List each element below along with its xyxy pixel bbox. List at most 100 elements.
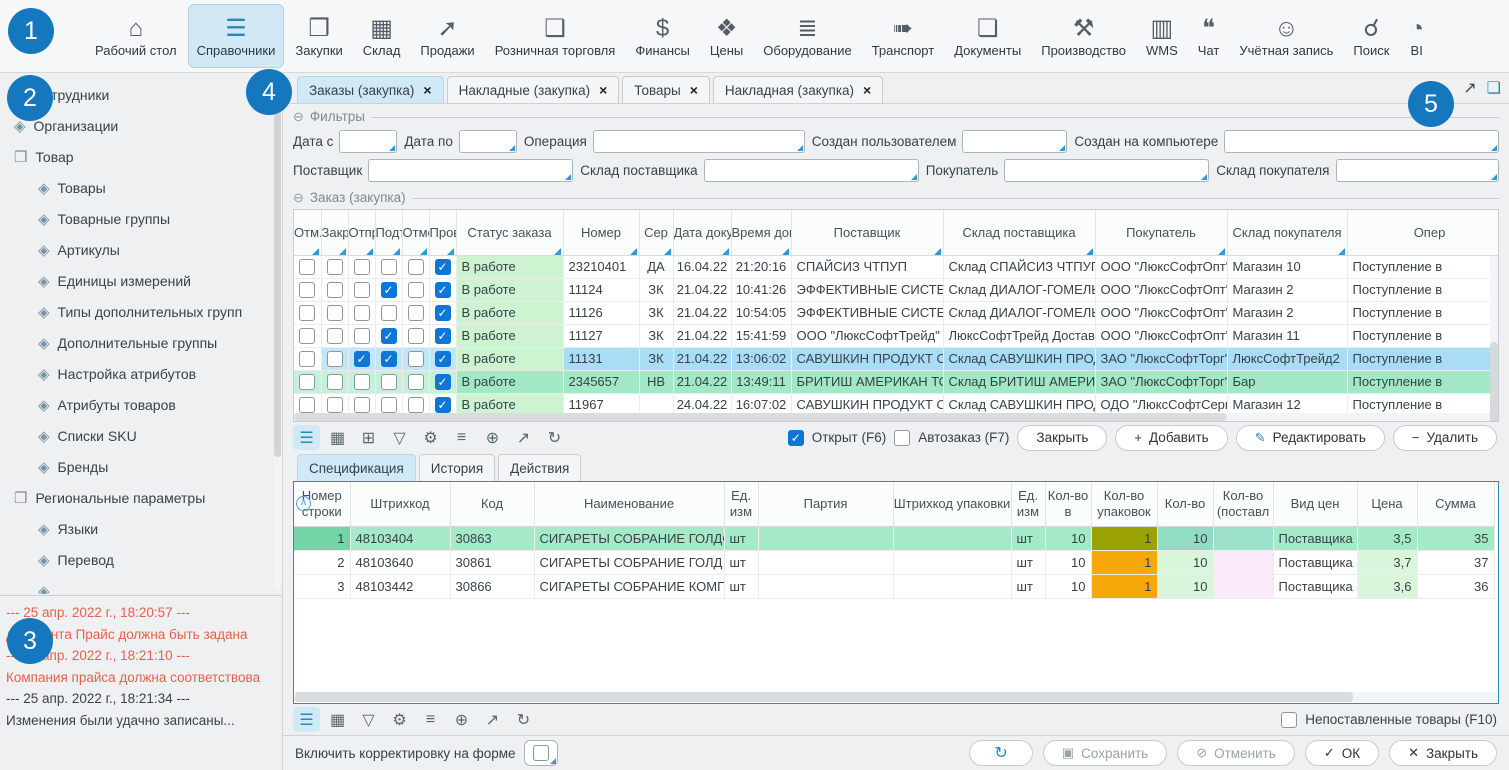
row-checkbox[interactable] [299,282,315,298]
correction-checkbox[interactable] [533,745,549,761]
close-order-button[interactable]: Закрыть [1017,425,1107,451]
sidebar-tree-item[interactable]: ◈ Артикулы [0,234,282,265]
top-nav-item[interactable]: ❖ Цены [701,4,752,68]
row-checkbox[interactable] [435,397,451,413]
sidebar-tree-item[interactable]: ❐ Региональные параметры [0,482,282,513]
fullscreen-icon[interactable]: ❏ [1487,78,1501,98]
order-row[interactable]: В работе 23210401 ДА 16.04.22 21:20:16 С… [294,255,1499,278]
row-checkbox[interactable] [299,328,315,344]
detail-tab[interactable]: Спецификация [297,454,416,481]
sidebar-tree-item[interactable]: ◈ Товары [0,172,282,203]
row-checkbox[interactable] [381,374,397,390]
row-checkbox[interactable] [299,351,315,367]
row-checkbox[interactable] [408,374,424,390]
sidebar-tree-item[interactable]: ◈ Бренды [0,451,282,482]
orders-column-header[interactable]: Склад покупателя [1227,210,1347,255]
row-checkbox[interactable] [381,259,397,275]
row-checkbox[interactable] [299,259,315,275]
sidebar-tree-item[interactable]: ◈ Списки SKU [0,420,282,451]
orders-column-header[interactable]: Закр [321,210,348,255]
order-row[interactable]: В работе 11131 ЗК 21.04.22 13:06:02 САВУ… [294,347,1499,370]
row-checkbox[interactable] [381,351,397,367]
orders-vertical-scrollbar[interactable] [1490,256,1498,413]
cancel-button[interactable]: ⊘Отменить [1177,740,1295,766]
row-checkbox[interactable] [381,282,397,298]
order-row[interactable]: В работе 11126 ЗК 21.04.22 10:54:05 ЭФФЕ… [294,301,1499,324]
reload-icon[interactable]: ↻ [510,707,537,732]
top-nav-item[interactable]: ☰ Справочники [188,4,285,68]
top-nav-item[interactable]: ⚒ Производство [1032,4,1135,68]
filter-input[interactable] [593,130,805,153]
row-checkbox[interactable] [354,374,370,390]
spec-column-header[interactable]: Кол-во (поставл [1213,482,1273,526]
delete-button[interactable]: −Удалить [1393,425,1497,451]
row-checkbox[interactable] [299,374,315,390]
filter-input[interactable] [339,130,397,153]
row-checkbox[interactable] [327,397,343,413]
orders-column-header[interactable]: Подт [375,210,402,255]
row-checkbox[interactable] [299,305,315,321]
sidebar-tree-item[interactable]: ◈ Единицы измерений [0,265,282,296]
row-checkbox[interactable] [354,351,370,367]
sidebar-tree-item[interactable]: ◈ Типы дополнительных групп [0,296,282,327]
spec-column-header[interactable]: Ед. изм [724,482,758,526]
filter-input[interactable] [1224,130,1499,153]
orders-column-header[interactable]: Время докумен [731,210,791,255]
top-nav-item[interactable]: ◔ BI [1400,4,1433,68]
view-list-icon[interactable]: ☰ [293,425,320,450]
detail-tab[interactable]: Действия [498,454,581,481]
sidebar-tree-item[interactable]: ◈ Атрибуты товаров [0,389,282,420]
document-tab[interactable]: Накладные (закупка) × [447,76,620,103]
sidebar-tree-item[interactable]: ❐ Товар [0,141,282,172]
top-nav-item[interactable]: $ Финансы [626,4,699,68]
top-nav-item[interactable]: ❑ Розничная торговля [486,4,625,68]
sidebar-tree-item[interactable]: ◈ Языки [0,513,282,544]
popout-icon[interactable]: ↗ [1463,78,1476,98]
close-form-button[interactable]: ✕Закрыть [1389,740,1497,766]
sidebar-tree-item[interactable]: ◈ Настройка атрибутов [0,358,282,389]
row-checkbox[interactable] [354,305,370,321]
row-checkbox[interactable] [354,397,370,413]
row-checkbox[interactable] [408,397,424,413]
spec-column-header[interactable]: Цена [1357,482,1417,526]
view-grid-icon[interactable]: ▦ [324,425,351,450]
document-tab[interactable]: Заказы (закупка) × [297,76,444,103]
spec-column-header[interactable]: Кол-во в [1045,482,1091,526]
filter-input[interactable] [1336,159,1500,182]
autoorder-checkbox[interactable] [894,430,910,446]
sidebar-tree-item[interactable]: ◈ Товарные группы [0,203,282,234]
spec-column-header[interactable]: Ед. изм [1011,482,1045,526]
row-checkbox[interactable] [435,282,451,298]
top-nav-item[interactable]: ▦ Склад [354,4,410,68]
orders-column-header[interactable]: Отм. [294,210,321,255]
close-icon[interactable]: × [599,82,607,98]
sidebar-tree-item[interactable]: ◈ Дополнительные группы [0,327,282,358]
ok-button[interactable]: ✓ОК [1305,740,1379,766]
row-checkbox[interactable] [435,374,451,390]
top-nav-item[interactable]: ⌂ Рабочий стол [86,4,186,68]
spec-row[interactable]: 3 48103442 30866 СИГАРЕТЫ СОБРАНИЕ КОМПА… [294,574,1494,598]
filter-icon[interactable]: ▽ [386,425,413,450]
filter-input[interactable] [459,130,517,153]
spec-column-header[interactable]: Кол-во упаковок [1091,482,1157,526]
filter-input[interactable] [368,159,573,182]
orders-column-header[interactable]: Поставщик [791,210,943,255]
reload-icon[interactable]: ↻ [541,425,568,450]
top-nav-item[interactable]: ▥ WMS [1137,4,1187,68]
collapse-icon[interactable]: ⊖ [293,190,304,206]
orders-column-header[interactable]: Статус заказа [456,210,563,255]
document-tab[interactable]: Товары × [622,76,710,103]
row-checkbox[interactable] [435,259,451,275]
orders-column-header[interactable]: Склад поставщика [943,210,1095,255]
spec-column-header[interactable]: Код [450,482,534,526]
close-icon[interactable]: × [690,82,698,98]
row-checkbox[interactable] [381,305,397,321]
spec-column-header[interactable]: Наименование [534,482,724,526]
order-row[interactable]: В работе 11127 ЗК 21.04.22 15:41:59 ООО … [294,324,1499,347]
spec-column-header[interactable]: Кол-во [1157,482,1213,526]
row-checkbox[interactable] [408,259,424,275]
row-checkbox[interactable] [435,351,451,367]
spec-horizontal-scrollbar[interactable] [295,692,1497,702]
spec-column-header[interactable]: Сумма [1417,482,1494,526]
add-row-icon[interactable]: ⊕ [479,425,506,450]
